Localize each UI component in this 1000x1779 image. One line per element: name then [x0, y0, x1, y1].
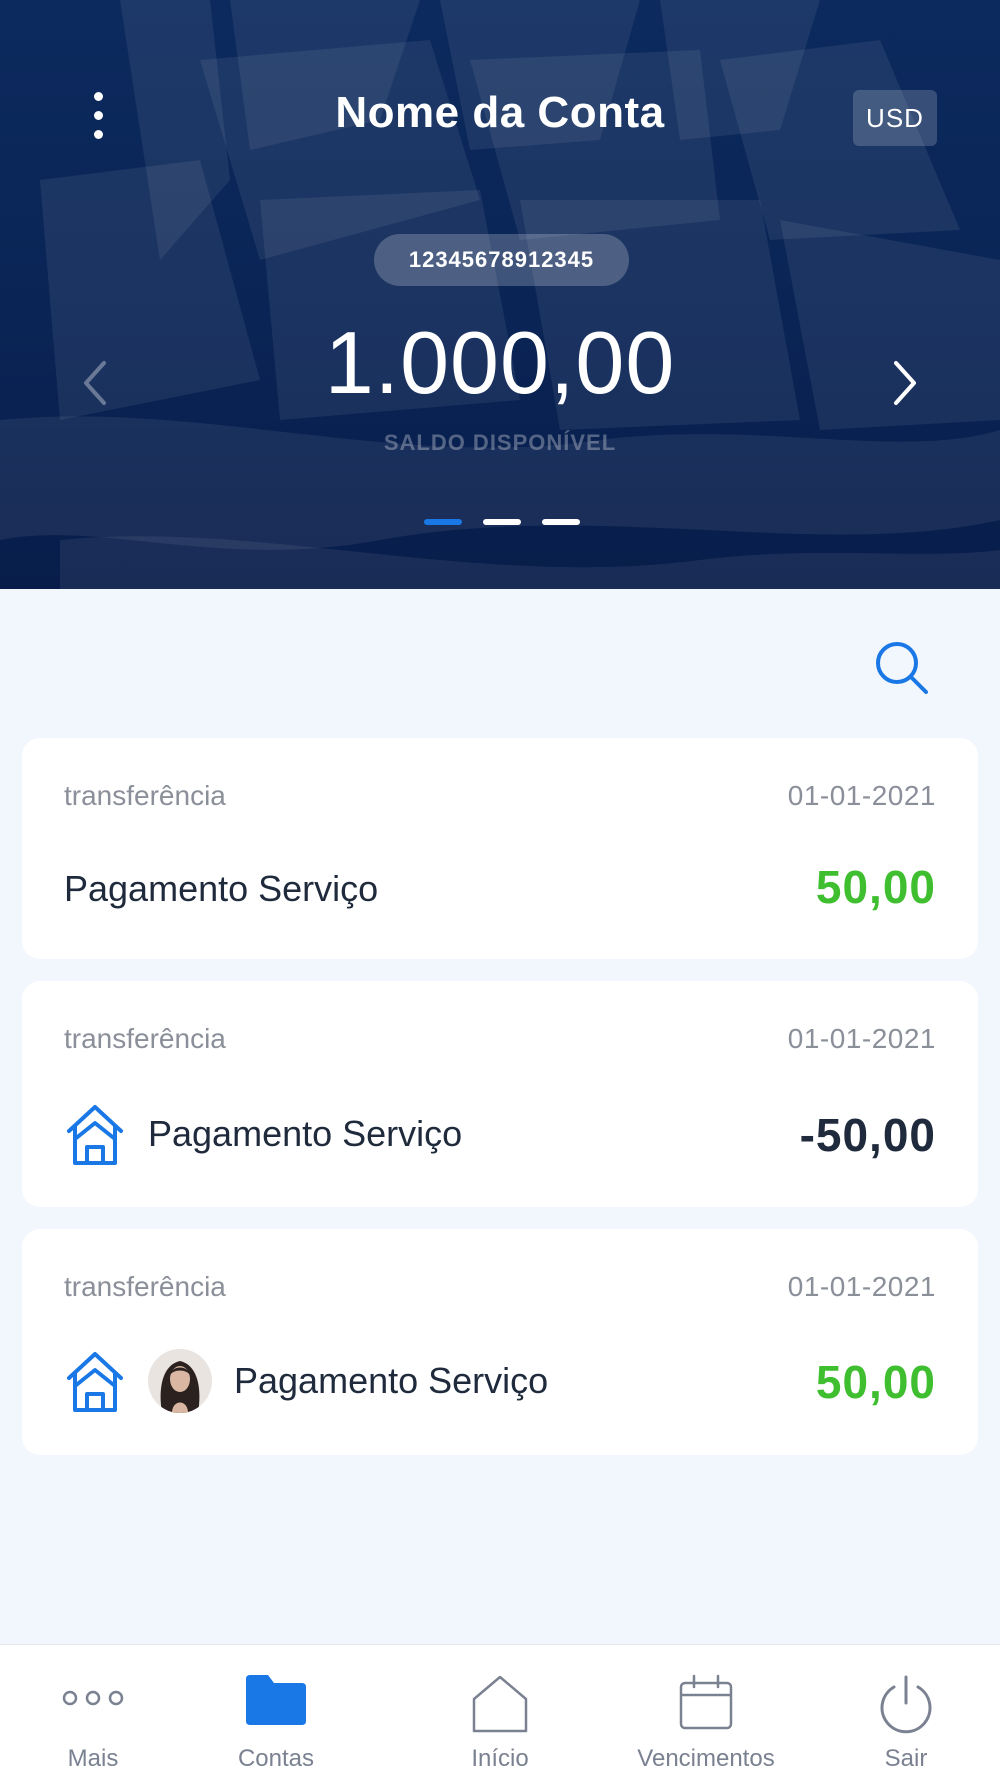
more-options-button[interactable] [78, 88, 118, 148]
transaction-type: transferência [64, 1271, 226, 1302]
menu-dot [93, 92, 103, 101]
pager-dot-2[interactable] [483, 519, 521, 525]
house-icon [67, 1105, 123, 1165]
transaction-card[interactable]: transferência 01-01-2021 Pagamento Servi… [22, 1229, 978, 1455]
chevron-left-icon [84, 361, 106, 405]
transaction-amount: 50,00 [815, 861, 936, 913]
search-button[interactable] [870, 636, 934, 700]
transaction-title: Pagamento Serviço [234, 1360, 549, 1401]
calendar-icon [679, 1674, 733, 1730]
account-balance: 1.000,00 [324, 313, 676, 412]
transaction-amount: -50,00 [799, 1109, 936, 1161]
search-icon [876, 642, 928, 694]
transaction-card[interactable]: transferência 01-01-2021 Pagamento Servi… [22, 981, 978, 1207]
transaction-date: 01-01-2021 [787, 780, 936, 811]
account-name: Nome da Conta [335, 88, 665, 137]
tab-sair[interactable]: Sair [850, 1645, 962, 1779]
tab-label: Contas [237, 1745, 315, 1772]
account-header: Nome da Conta USD 12345678912345 1.000,0… [0, 0, 1000, 589]
transaction-row: Pagamento Serviço [64, 1348, 548, 1414]
avatar-image [148, 1349, 212, 1413]
transaction-title: Pagamento Serviço [148, 1113, 463, 1154]
tab-contas[interactable]: Contas [216, 1645, 336, 1779]
tab-inicio[interactable]: Início [440, 1645, 560, 1779]
transaction-type: transferência [64, 780, 226, 811]
tab-label: Mais [67, 1745, 119, 1772]
tab-label: Sair [884, 1745, 928, 1772]
currency-badge[interactable]: USD [853, 90, 937, 146]
next-account-button[interactable] [884, 355, 924, 411]
menu-dot [93, 130, 103, 139]
transaction-date: 01-01-2021 [787, 1023, 936, 1054]
tab-label: Início [471, 1745, 529, 1772]
transaction-date: 01-01-2021 [787, 1271, 936, 1302]
home-icon [472, 1675, 528, 1733]
folder-icon [246, 1675, 306, 1725]
account-pager [424, 519, 584, 527]
balance-label: SALDO DISPONÍVEL [383, 430, 617, 455]
transaction-row: Pagamento Serviço [64, 856, 378, 922]
pager-dot-1[interactable] [424, 519, 462, 525]
chevron-right-icon [894, 361, 916, 405]
menu-dot [93, 111, 103, 120]
pager-dot-3[interactable] [542, 519, 580, 525]
previous-account-button[interactable] [76, 355, 116, 411]
bottom-tab-bar: Mais Contas Início Vencimentos Sair [0, 1644, 1000, 1779]
power-icon [880, 1675, 932, 1734]
transaction-amount: 50,00 [815, 1356, 936, 1408]
tab-mais[interactable]: Mais [36, 1645, 150, 1779]
house-icon [67, 1352, 123, 1412]
transaction-title: Pagamento Serviço [64, 868, 379, 909]
transaction-card[interactable]: transferência 01-01-2021 Pagamento Servi… [22, 738, 978, 959]
transaction-row: Pagamento Serviço [64, 1101, 462, 1167]
tab-label: Vencimentos [637, 1745, 775, 1772]
avatar [148, 1349, 212, 1413]
transaction-type: transferência [64, 1023, 226, 1054]
more-icon [62, 1690, 124, 1706]
tab-vencimentos[interactable]: Vencimentos [616, 1645, 796, 1779]
account-number-badge: 12345678912345 [374, 234, 629, 286]
